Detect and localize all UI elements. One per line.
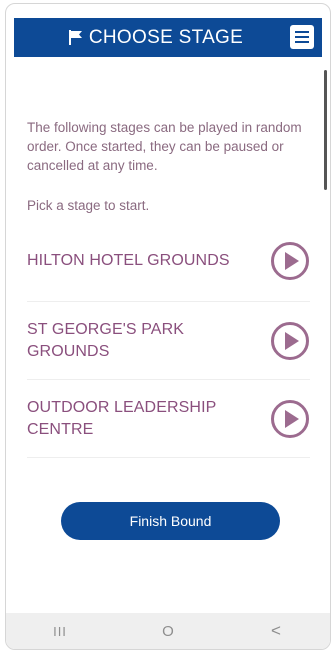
recents-icon: III xyxy=(53,623,67,639)
menu-line xyxy=(295,31,309,33)
stage-item-outdoor-leadership[interactable]: OUTDOOR LEADERSHIP CENTRE xyxy=(27,380,310,458)
flag-icon xyxy=(68,30,83,45)
menu-line xyxy=(295,41,309,43)
main-content: The following stages can be played in ra… xyxy=(14,57,314,612)
intro-text: The following stages can be played in ra… xyxy=(27,120,302,173)
stage-label: HILTON HOTEL GROUNDS xyxy=(27,251,230,269)
play-icon[interactable] xyxy=(270,399,310,439)
stage-label: OUTDOOR LEADERSHIP CENTRE xyxy=(27,398,217,438)
play-icon[interactable] xyxy=(270,241,310,281)
back-icon: < xyxy=(271,621,281,640)
page-title: CHOOSE STAGE xyxy=(88,26,244,48)
stage-list: HILTON HOTEL GROUNDS ST GEORGE'S PARK GR… xyxy=(27,220,310,458)
home-nav-button[interactable]: O xyxy=(148,616,188,646)
finish-bound-button[interactable]: Finish Bound xyxy=(61,502,280,540)
app-header: CHOOSE STAGE xyxy=(14,18,322,57)
header-title-group: CHOOSE STAGE xyxy=(68,26,244,49)
stage-item-st-georges[interactable]: ST GEORGE'S PARK GROUNDS xyxy=(27,302,310,380)
home-icon: O xyxy=(162,622,174,640)
recents-nav-button[interactable]: III xyxy=(40,616,80,646)
phone-screen: CHOOSE STAGE The following stages can be… xyxy=(5,3,331,650)
play-icon[interactable] xyxy=(270,321,310,361)
menu-line xyxy=(295,36,309,38)
stage-item-hilton[interactable]: HILTON HOTEL GROUNDS xyxy=(27,220,310,302)
stage-label: ST GEORGE'S PARK GROUNDS xyxy=(27,320,184,360)
pick-instruction: Pick a stage to start. xyxy=(27,198,150,213)
hamburger-menu-icon[interactable] xyxy=(290,25,314,49)
system-nav-bar: III O < xyxy=(6,613,330,649)
back-nav-button[interactable]: < xyxy=(256,616,296,646)
scrollbar[interactable] xyxy=(324,70,327,190)
